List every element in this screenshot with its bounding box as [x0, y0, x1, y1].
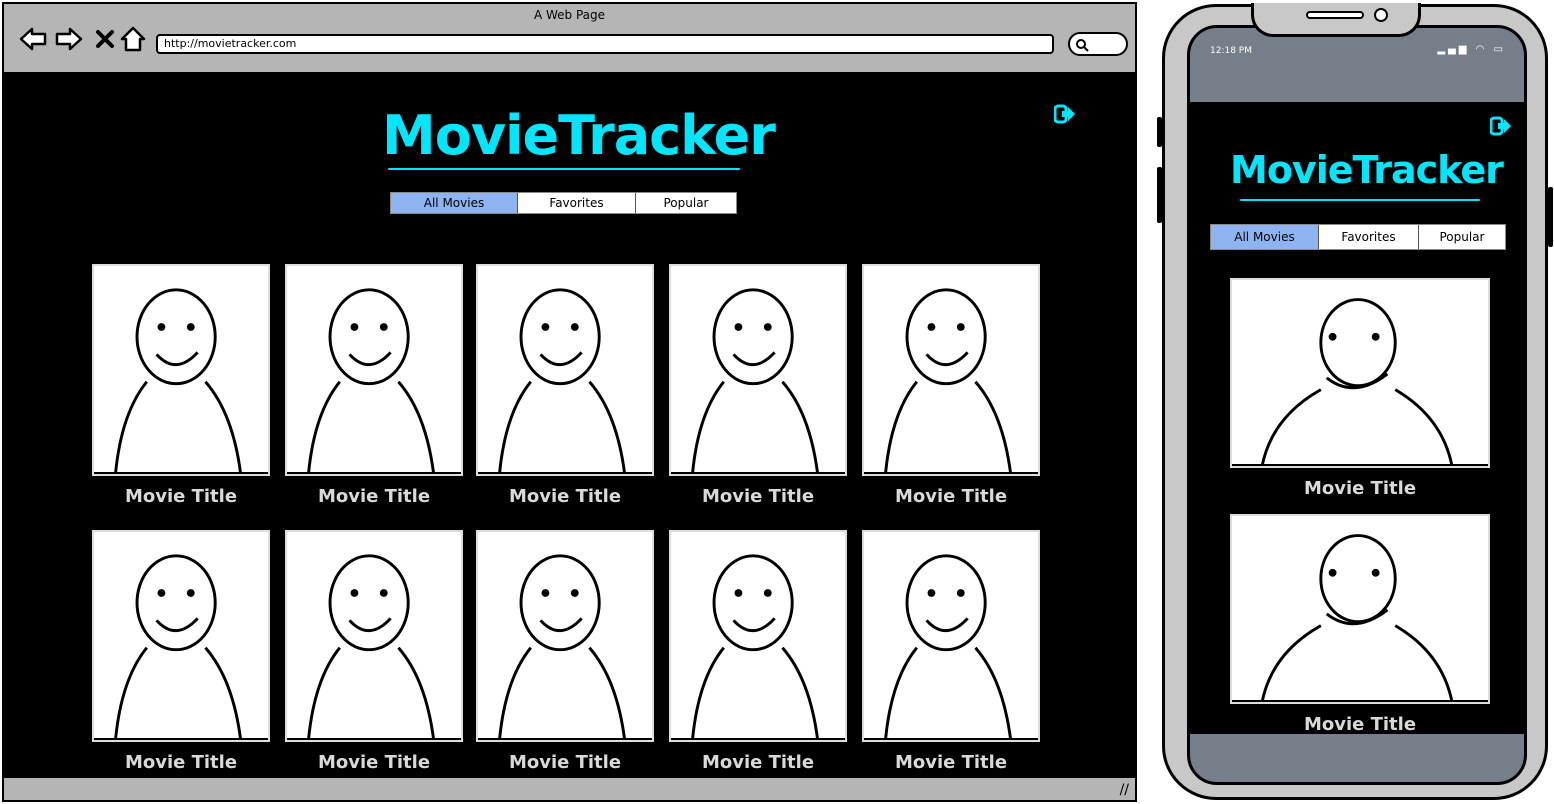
movie-card[interactable]: Movie Title	[1230, 278, 1490, 506]
movie-poster[interactable]	[669, 530, 847, 742]
person-placeholder-icon	[114, 554, 243, 740]
person-placeholder-icon	[884, 288, 1013, 474]
browser-chrome: A Web Page http://movietracker.com	[4, 4, 1135, 74]
movie-card[interactable]: Movie Title	[285, 530, 463, 780]
movie-card[interactable]: Movie Title	[285, 264, 463, 514]
back-arrow-icon[interactable]	[18, 24, 48, 54]
browser-status-bar: //	[4, 776, 1135, 800]
movie-card[interactable]: Movie Title	[92, 530, 270, 780]
search-box[interactable]	[1068, 32, 1128, 56]
person-placeholder-icon	[307, 288, 436, 474]
movie-poster[interactable]	[862, 530, 1040, 742]
phone-side-button	[1157, 167, 1162, 223]
movie-card[interactable]: Movie Title	[92, 264, 270, 514]
person-placeholder-icon	[1260, 298, 1454, 466]
tab-all-movies[interactable]: All Movies	[1211, 225, 1319, 249]
battery-icon: ▭	[1493, 44, 1506, 55]
movie-title[interactable]: Movie Title	[1230, 714, 1490, 735]
movie-card[interactable]: Movie Title	[862, 264, 1040, 514]
movie-title[interactable]: Movie Title	[476, 486, 654, 507]
signal-icon: ▂▄▆	[1437, 44, 1470, 55]
forward-arrow-icon[interactable]	[54, 24, 84, 54]
movie-poster[interactable]	[92, 530, 270, 742]
person-placeholder-icon	[884, 554, 1013, 740]
movie-poster[interactable]	[862, 264, 1040, 476]
movie-title[interactable]: Movie Title	[1230, 478, 1490, 499]
tab-favorites[interactable]: Favorites	[1319, 225, 1419, 249]
movie-title[interactable]: Movie Title	[92, 486, 270, 507]
phone-status-icons: ▂▄▆ ◠ ▭	[1437, 44, 1506, 55]
movie-title[interactable]: Movie Title	[285, 752, 463, 773]
movie-card[interactable]: Movie Title	[476, 264, 654, 514]
browser-window: A Web Page http://movietracker.com Movie…	[2, 2, 1137, 802]
phone-side-button	[1548, 187, 1553, 247]
movie-poster[interactable]	[476, 530, 654, 742]
movie-poster[interactable]	[1230, 278, 1490, 468]
home-icon[interactable]	[118, 24, 148, 54]
movie-poster[interactable]	[285, 264, 463, 476]
logout-icon[interactable]	[1489, 116, 1512, 140]
movie-poster[interactable]	[92, 264, 270, 476]
wifi-icon: ◠	[1475, 44, 1488, 55]
movie-card[interactable]: Movie Title	[862, 530, 1040, 780]
phone-status-bar: 12:18 PM ▂▄▆ ◠ ▭	[1190, 28, 1524, 102]
close-x-icon[interactable]	[90, 24, 120, 54]
app-logo[interactable]: MovieTracker	[1230, 148, 1504, 192]
phone-screen: 12:18 PM ▂▄▆ ◠ ▭ MovieTracker All Movies…	[1187, 25, 1527, 785]
page-content: MovieTracker All Movies Favorites Popula…	[4, 76, 1135, 778]
movie-card[interactable]: Movie Title	[669, 530, 847, 780]
movie-poster[interactable]	[669, 264, 847, 476]
app-logo[interactable]: MovieTracker	[382, 104, 776, 167]
person-placeholder-icon	[691, 288, 820, 474]
phone-frame: 12:18 PM ▂▄▆ ◠ ▭ MovieTracker All Movies…	[1157, 3, 1553, 800]
person-placeholder-icon	[307, 554, 436, 740]
phone-bottom-bar	[1190, 734, 1524, 782]
movie-card[interactable]: Movie Title	[669, 264, 847, 514]
movie-title[interactable]: Movie Title	[285, 486, 463, 507]
phone-time: 12:18 PM	[1210, 46, 1252, 56]
logo-underline	[388, 168, 740, 170]
person-placeholder-icon	[114, 288, 243, 474]
movie-poster[interactable]	[1230, 514, 1490, 704]
movie-title[interactable]: Movie Title	[476, 752, 654, 773]
search-icon	[1076, 39, 1089, 52]
movie-title[interactable]: Movie Title	[669, 752, 847, 773]
movie-poster[interactable]	[476, 264, 654, 476]
tab-popular[interactable]: Popular	[1419, 225, 1505, 249]
tab-popular[interactable]: Popular	[636, 193, 736, 213]
tab-bar: All Movies Favorites Popular	[390, 192, 737, 214]
tab-bar: All Movies Favorites Popular	[1210, 224, 1506, 250]
tab-favorites[interactable]: Favorites	[518, 193, 636, 213]
phone-side-button	[1157, 117, 1162, 147]
person-placeholder-icon	[691, 554, 820, 740]
movie-card[interactable]: Movie Title	[1230, 514, 1490, 742]
person-placeholder-icon	[498, 554, 627, 740]
movie-title[interactable]: Movie Title	[92, 752, 270, 773]
logo-underline	[1240, 199, 1480, 201]
person-placeholder-icon	[498, 288, 627, 474]
movie-card[interactable]: Movie Title	[476, 530, 654, 780]
resize-grip-icon[interactable]: //	[1120, 782, 1129, 798]
url-field[interactable]: http://movietracker.com	[156, 34, 1054, 54]
tab-all-movies[interactable]: All Movies	[391, 193, 518, 213]
logout-icon[interactable]	[1053, 104, 1076, 128]
speaker-icon	[1306, 11, 1364, 19]
movie-title[interactable]: Movie Title	[862, 486, 1040, 507]
person-placeholder-icon	[1260, 534, 1454, 702]
movie-poster[interactable]	[285, 530, 463, 742]
window-title: A Web Page	[533, 8, 606, 22]
camera-icon	[1374, 8, 1388, 22]
movie-title[interactable]: Movie Title	[862, 752, 1040, 773]
movie-title[interactable]: Movie Title	[669, 486, 847, 507]
phone-notch	[1251, 3, 1421, 37]
